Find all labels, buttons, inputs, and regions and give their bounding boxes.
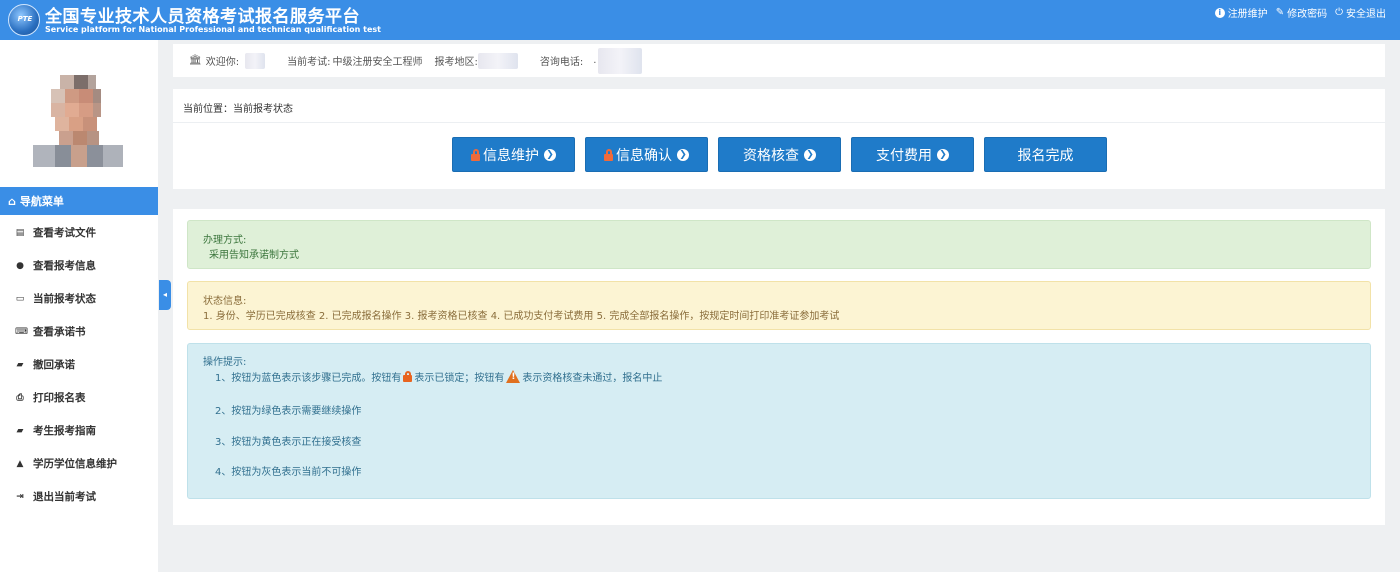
info-circle-icon: ● (16, 260, 24, 271)
info-icon: i (1214, 7, 1225, 18)
print-icon: ⎙ (16, 392, 24, 403)
platform-subtitle: Service platform for National Profession… (45, 25, 381, 34)
tips-alert: 操作提示: 1、按钮为蓝色表示该步骤已完成。按钮有 表示已锁定；按钮有 表示资格核查… (187, 343, 1371, 499)
sidebar-item-application-info[interactable]: ● 查看报考信息 (0, 249, 158, 282)
warning-icon (506, 370, 521, 383)
user-info-bar: 🏛 欢迎你: 当前考试: 中级注册安全工程师 报考地区: 咨询电话: . (173, 44, 1385, 77)
redacted-username (245, 52, 266, 69)
register-maintain-link[interactable]: i 注册维护 (1214, 5, 1268, 20)
step-label: 资格核查 (743, 147, 799, 164)
method-text: 采用告知承诺制方式 (209, 250, 299, 261)
lock-icon (403, 371, 413, 382)
logout-link[interactable]: ⏻ 安全退出 (1335, 5, 1386, 20)
avatar (33, 75, 123, 167)
bank-icon: 🏛 (189, 55, 202, 66)
redacted-region (477, 52, 518, 69)
logo-text: PTE (17, 15, 33, 23)
sidebar-item-education-info[interactable]: ▲ 学历学位信息维护 (0, 447, 158, 480)
lock-icon (471, 148, 480, 161)
step-info-maintain-button[interactable]: 信息维护 ❯ (452, 137, 575, 172)
sidebar-collapse-toggle[interactable]: ◂ (159, 280, 171, 310)
chevron-right-circle-icon: ❯ (937, 148, 949, 161)
edit-icon: ✎ (1275, 7, 1285, 18)
step-info-confirm-button[interactable]: 信息确认 ❯ (585, 137, 708, 172)
chevron-right-circle-icon: ❯ (677, 148, 689, 161)
book-icon: ▰ (16, 425, 24, 436)
step-label: 信息确认 (616, 147, 672, 164)
sidebar-item-exit-exam[interactable]: ⇥ 退出当前考试 (0, 480, 158, 513)
lock-icon (604, 148, 613, 161)
region-label: 报考地区: (434, 57, 478, 68)
keyboard-icon: ⌨ (15, 326, 28, 337)
book-icon: ▰ (16, 359, 24, 370)
chevron-right-circle-icon: ❯ (804, 148, 816, 161)
sign-out-icon: ⇥ (16, 491, 24, 502)
top-links: i 注册维护 ✎ 修改密码 ⏻ 安全退出 (1214, 5, 1386, 20)
step-label: 支付费用 (876, 147, 932, 164)
change-password-link[interactable]: ✎ 修改密码 (1276, 5, 1327, 20)
sidebar-item-print-form[interactable]: ⎙ 打印报名表 (0, 381, 158, 414)
logout-label: 安全退出 (1346, 9, 1386, 20)
step-qualification-check-button[interactable]: 资格核查 ❯ (718, 137, 841, 172)
sidebar-item-label: 查看考试文件 (33, 227, 96, 239)
top-header: PTE 全国专业技术人员资格考试报名服务平台 Service platform … (0, 0, 1400, 40)
welcome-label: 欢迎你: (205, 57, 240, 68)
status-title: 状态信息: (203, 296, 247, 307)
method-title: 办理方式: (203, 235, 247, 246)
file-icon: ▤ (15, 227, 25, 238)
sidebar-item-commitment[interactable]: ⌨ 查看承诺书 (0, 315, 158, 348)
sidebar-item-label: 撤回承诺 (33, 359, 75, 371)
register-maintain-label: 注册维护 (1227, 9, 1268, 20)
sidebar-item-label: 考生报考指南 (33, 425, 96, 437)
sidebar-item-label: 查看报考信息 (33, 260, 96, 272)
step-label: 信息维护 (483, 147, 539, 164)
step-payment-button[interactable]: 支付费用 ❯ (851, 137, 974, 172)
method-alert: 办理方式: 采用告知承诺制方式 (187, 220, 1371, 269)
tip-3: 3、按钮为黄色表示正在接受核查 (215, 437, 362, 448)
sidebar-item-withdraw-commitment[interactable]: ▰ 撤回承诺 (0, 348, 158, 381)
power-icon: ⏻ (1335, 7, 1343, 18)
graduation-cap-icon: ▲ (16, 458, 24, 469)
tip-1: 1、按钮为蓝色表示该步骤已完成。按钮有 表示已锁定；按钮有 表示资格核查未通过，报名… (215, 369, 662, 384)
sidebar: ⌂ 导航菜单 ▤ 查看考试文件 ● 查看报考信息 ▭ 当前报考状态 ⌨ 查看承诺… (0, 40, 158, 572)
current-exam-label: 当前考试: (287, 57, 331, 68)
sidebar-item-exam-files[interactable]: ▤ 查看考试文件 (0, 216, 158, 249)
tip-1-part-c: 表示资格核查未通过，报名中止 (522, 373, 663, 384)
platform-title: 全国专业技术人员资格考试报名服务平台 (45, 7, 360, 27)
sidebar-item-label: 学历学位信息维护 (33, 458, 117, 470)
current-exam-value: 中级注册安全工程师 (332, 57, 423, 68)
sidebar-item-label: 打印报名表 (33, 392, 86, 404)
breadcrumb: 当前位置：当前报考状态 (183, 104, 293, 115)
status-text: 1. 身份、学历已完成核查 2. 已完成报名操作 3. 报考资格已核查 4. 已… (203, 311, 840, 322)
sidebar-item-guide[interactable]: ▰ 考生报考指南 (0, 414, 158, 447)
sidebar-item-label: 查看承诺书 (33, 326, 86, 338)
status-panel: 当前位置：当前报考状态 信息维护 ❯ 信息确认 ❯ 资格核查 ❯ 支付费用 ❯ … (173, 89, 1385, 189)
step-label: 报名完成 (1017, 147, 1074, 164)
step-complete-button[interactable]: 报名完成 (984, 137, 1107, 172)
home-icon: ⌂ (8, 194, 16, 208)
tip-4: 4、按钮为灰色表示当前不可操作 (215, 467, 362, 478)
sidebar-item-label: 当前报考状态 (33, 293, 96, 305)
panel-divider (173, 122, 1385, 123)
phone-prefix: . (593, 55, 597, 66)
change-password-label: 修改密码 (1287, 9, 1328, 20)
nav-menu-header: ⌂ 导航菜单 (0, 187, 158, 215)
redacted-phone (598, 47, 643, 74)
nav-menu-header-label: 导航菜单 (19, 195, 64, 208)
sidebar-item-current-status[interactable]: ▭ 当前报考状态 (0, 282, 158, 315)
tip-1-part-a: 1、按钮为蓝色表示该步骤已完成。按钮有 (215, 373, 402, 384)
tips-title: 操作提示: (203, 357, 247, 368)
chevron-right-circle-icon: ❯ (544, 148, 556, 161)
tip-1-part-b: 表示已锁定；按钮有 (414, 373, 505, 384)
main-panel: 办理方式: 采用告知承诺制方式 状态信息: 1. 身份、学历已完成核查 2. 已… (173, 209, 1385, 525)
chevron-left-icon: ◂ (162, 290, 167, 299)
phone-label: 咨询电话: (539, 57, 584, 68)
platform-logo: PTE (8, 4, 40, 36)
sidebar-item-label: 退出当前考试 (33, 491, 96, 503)
tip-2: 2、按钮为绿色表示需要继续操作 (215, 406, 362, 417)
status-alert: 状态信息: 1. 身份、学历已完成核查 2. 已完成报名操作 3. 报考资格已核… (187, 281, 1371, 330)
monitor-icon: ▭ (15, 293, 25, 304)
